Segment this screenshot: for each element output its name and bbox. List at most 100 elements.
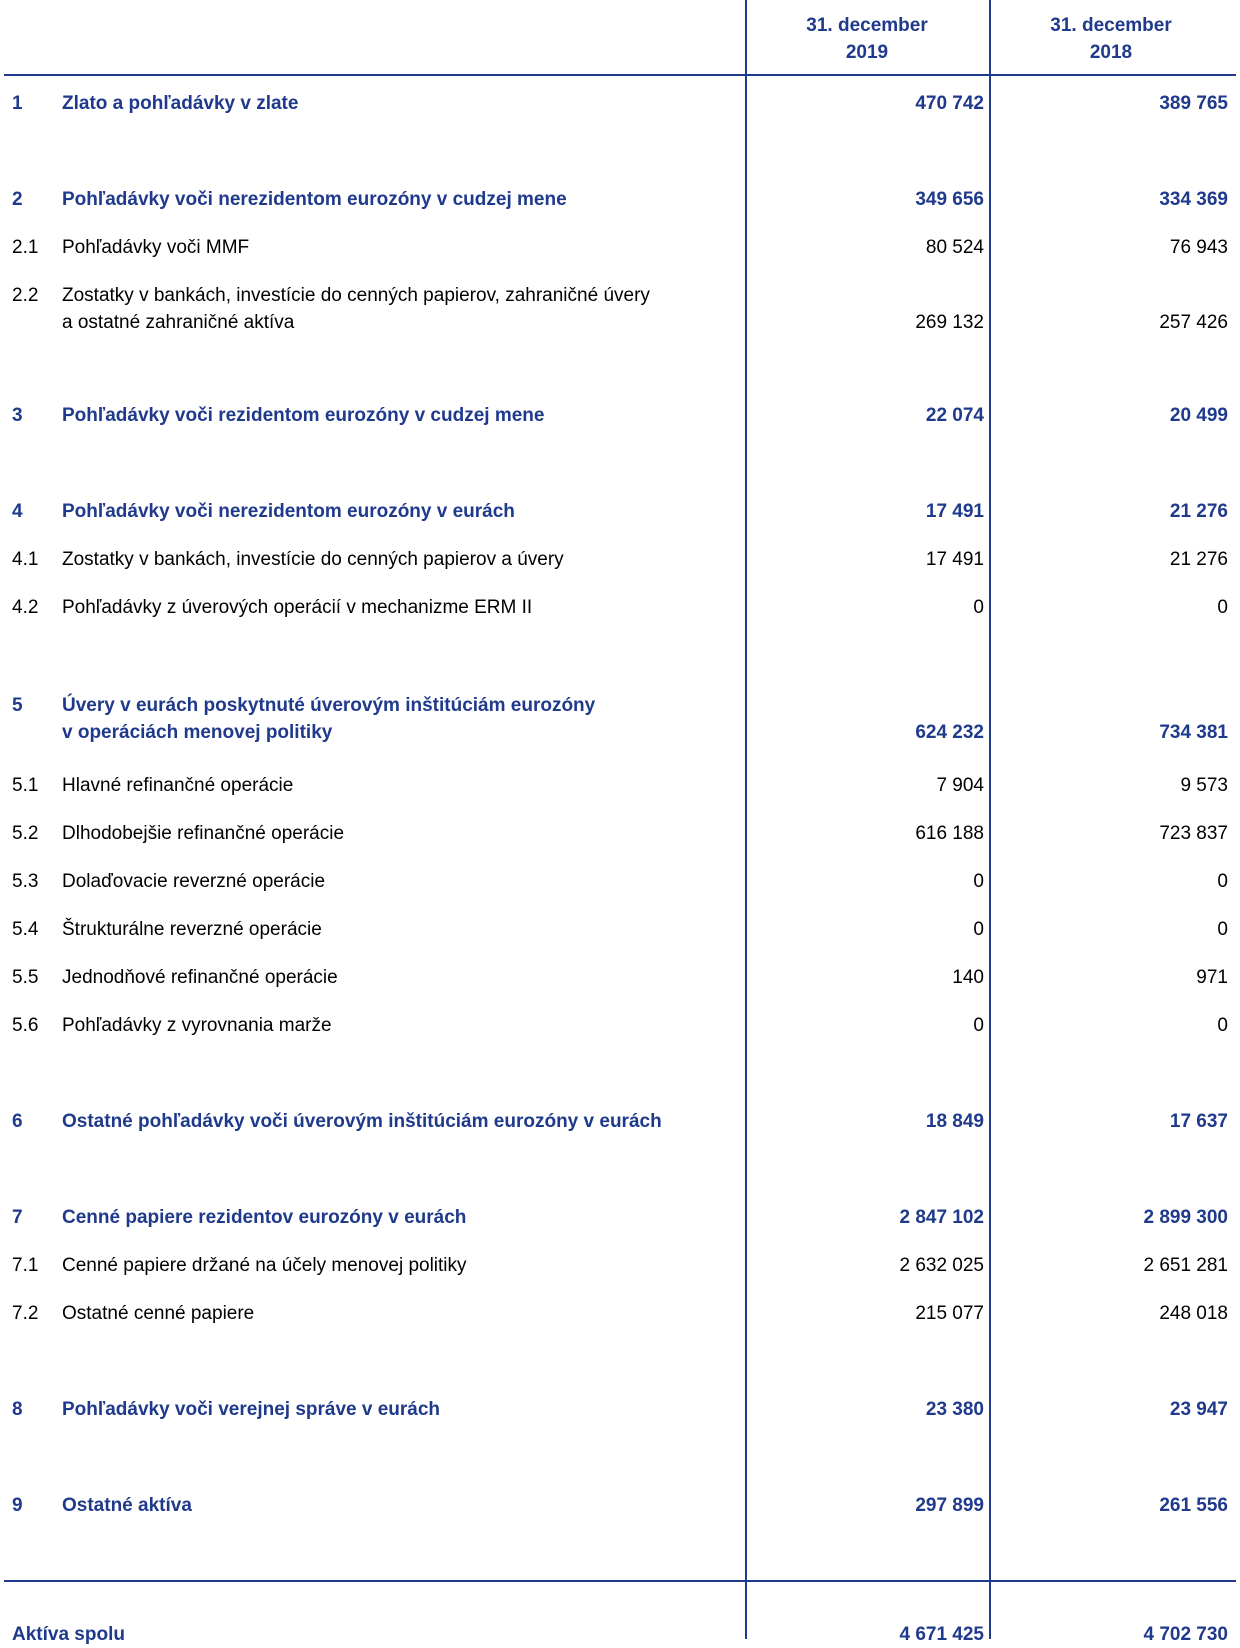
row-label: Pohľadávky voči MMF (62, 234, 732, 261)
row-label: Hlavné refinančné operácie (62, 772, 732, 799)
value-2019: 17 491 (925, 501, 984, 522)
value-2018: 21 276 (1169, 501, 1228, 522)
value-2018: 0 (1217, 1015, 1228, 1036)
row-label: Ostatné cenné papiere (62, 1300, 732, 1327)
row-label-line: Zostatky v bankách, investície do cennýc… (62, 285, 650, 306)
value-2019: 0 (973, 597, 984, 618)
value-2018: 76 943 (1169, 237, 1228, 258)
row-number: 5 (12, 695, 23, 716)
row-label: Úvery v eurách poskytnuté úverovým inšti… (62, 692, 732, 746)
total-label: Aktíva spolu (12, 1624, 125, 1645)
value-2018: 334 369 (1159, 189, 1228, 210)
row-number: 7 (12, 1207, 23, 1228)
row-label-line: Pohľadávky voči rezidentom eurozóny v cu… (62, 405, 545, 426)
row-label-line: Pohľadávky voči nerezidentom eurozóny v … (62, 189, 567, 210)
total-value-2018: 4 702 730 (1143, 1624, 1228, 1645)
value-2018: 248 018 (1159, 1303, 1228, 1324)
row-number: 7.2 (12, 1303, 39, 1324)
row-label-line: Hlavné refinančné operácie (62, 775, 294, 796)
total-rule (4, 1580, 1236, 1582)
row-number: 5.5 (12, 967, 39, 988)
row-label-line: Ostatné cenné papiere (62, 1303, 255, 1324)
value-2018: 21 276 (1169, 549, 1228, 570)
column-header-2019: 31. december 2019 (749, 12, 985, 66)
row-label-line: Jednodňové refinančné operácie (62, 967, 338, 988)
row-label: Pohľadávky voči rezidentom eurozóny v cu… (62, 402, 732, 429)
value-2019: 0 (973, 919, 984, 940)
row-label-line: Zostatky v bankách, investície do cennýc… (62, 549, 564, 570)
row-label: Pohľadávky z vyrovnania marže (62, 1012, 732, 1039)
value-2019: 23 380 (925, 1399, 984, 1420)
row-number: 5.6 (12, 1015, 39, 1036)
row-number: 5.2 (12, 823, 39, 844)
value-2018: 20 499 (1169, 405, 1228, 426)
value-2019: 349 656 (915, 189, 984, 210)
row-label-line: Úvery v eurách poskytnuté úverovým inšti… (62, 695, 596, 716)
value-2019: 17 491 (925, 549, 984, 570)
column-header-2019-line2: 2019 (845, 42, 889, 63)
value-2019: 140 (952, 967, 984, 988)
row-label: Pohľadávky voči nerezidentom eurozóny v … (62, 498, 732, 525)
value-2019: 624 232 (915, 722, 984, 743)
row-label-line: Ostatné aktíva (62, 1495, 192, 1516)
value-2019: 470 742 (915, 93, 984, 114)
header-rule (4, 74, 1236, 76)
row-label: Pohľadávky z úverových operácií v mechan… (62, 594, 732, 621)
row-number: 3 (12, 405, 23, 426)
row-label-line: v operáciách menovej politiky (62, 722, 333, 743)
row-number: 5.4 (12, 919, 39, 940)
row-label-line: Cenné papiere rezidentov eurozóny v eurá… (62, 1207, 467, 1228)
row-number: 2 (12, 189, 23, 210)
row-number: 4.1 (12, 549, 39, 570)
row-label-line: Zlato a pohľadávky v zlate (62, 93, 299, 114)
total-value-2019: 4 671 425 (899, 1624, 984, 1645)
row-label: Jednodňové refinančné operácie (62, 964, 732, 991)
value-2018: 2 651 281 (1143, 1255, 1228, 1276)
value-2019: 22 074 (925, 405, 984, 426)
value-2019: 0 (973, 1015, 984, 1036)
row-label-line: Dlhodobejšie refinančné operácie (62, 823, 345, 844)
balance-sheet-assets-table: 31. december 2019 31. december 2018 1 Zla… (0, 0, 1240, 1645)
value-2019: 297 899 (915, 1495, 984, 1516)
row-label: Zlato a pohľadávky v zlate (62, 90, 732, 117)
row-number: 2.2 (12, 285, 39, 306)
row-label-line: Pohľadávky voči MMF (62, 237, 250, 258)
row-label-line: Ostatné pohľadávky voči úverovým inštitú… (62, 1111, 662, 1132)
value-2019: 7 904 (936, 775, 984, 796)
row-number: 1 (12, 93, 23, 114)
row-label: Zostatky v bankách, investície do cennýc… (62, 546, 732, 573)
column-header-2018-line1: 31. december (1050, 15, 1172, 36)
row-number: 7.1 (12, 1255, 39, 1276)
row-label-line: Cenné papiere držané na účely menovej po… (62, 1255, 467, 1276)
row-label-line: Pohľadávky z vyrovnania marže (62, 1015, 332, 1036)
row-number: 8 (12, 1399, 23, 1420)
column-header-2019-line1: 31. december (806, 15, 928, 36)
value-2019: 269 132 (915, 312, 984, 333)
row-number: 5.1 (12, 775, 39, 796)
row-label: Pohľadávky voči nerezidentom eurozóny v … (62, 186, 732, 213)
value-2019: 215 077 (915, 1303, 984, 1324)
row-label-line: Štrukturálne reverzné operácie (62, 919, 322, 940)
row-label: Ostatné aktíva (62, 1492, 732, 1519)
value-2018: 23 947 (1169, 1399, 1228, 1420)
value-2018: 389 765 (1159, 93, 1228, 114)
column-divider-2019 (745, 0, 747, 1639)
row-label: Štrukturálne reverzné operácie (62, 916, 732, 943)
value-2018: 0 (1217, 919, 1228, 940)
row-label-line: Pohľadávky z úverových operácií v mechan… (62, 597, 533, 618)
row-number: 6 (12, 1111, 23, 1132)
column-divider-2018 (989, 0, 991, 1639)
row-label: Dlhodobejšie refinančné operácie (62, 820, 732, 847)
row-number: 2.1 (12, 237, 39, 258)
row-label-line: a ostatné zahraničné aktíva (62, 312, 295, 333)
value-2018: 261 556 (1159, 1495, 1228, 1516)
row-label: Ostatné pohľadávky voči úverovým inštitú… (62, 1108, 732, 1135)
value-2018: 2 899 300 (1143, 1207, 1228, 1228)
value-2019: 616 188 (915, 823, 984, 844)
row-label: Pohľadávky voči verejnej správe v eurách (62, 1396, 732, 1423)
row-number: 4.2 (12, 597, 39, 618)
column-header-2018: 31. december 2018 (993, 12, 1229, 66)
row-number: 5.3 (12, 871, 39, 892)
value-2019: 80 524 (925, 237, 984, 258)
row-number: 9 (12, 1495, 23, 1516)
